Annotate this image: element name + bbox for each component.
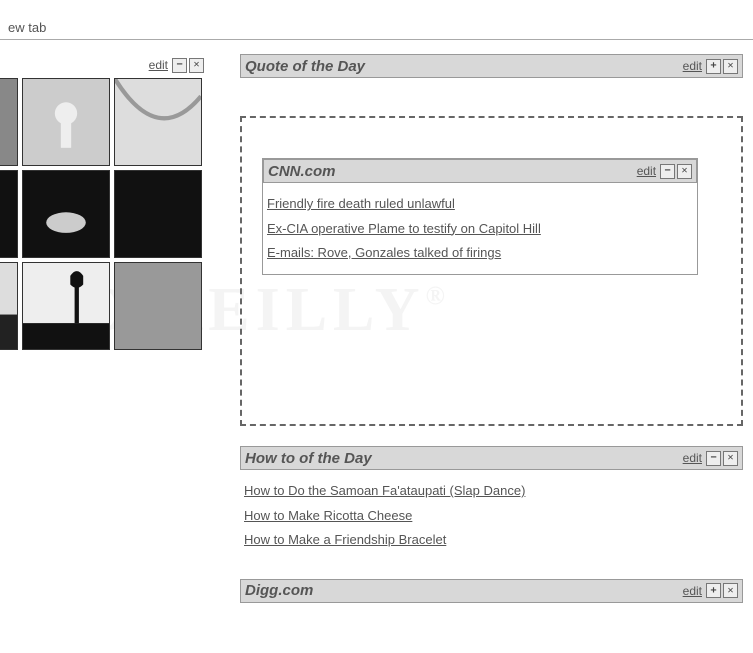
expand-icon[interactable]: + xyxy=(706,59,721,74)
close-icon[interactable]: ✕ xyxy=(189,58,204,73)
howto-link[interactable]: How to Make Ricotta Cheese xyxy=(244,506,739,526)
tab-label[interactable]: ew tab xyxy=(0,16,54,39)
quote-widget-header: Quote of the Day edit + ✕ xyxy=(240,54,743,78)
edit-link[interactable]: edit xyxy=(683,584,702,598)
close-icon[interactable]: ✕ xyxy=(723,583,738,598)
collapse-icon[interactable]: − xyxy=(660,164,675,179)
howto-link[interactable]: How to Do the Samoan Fa'ataupati (Slap D… xyxy=(244,481,739,501)
widget-title: How to of the Day xyxy=(245,450,683,467)
thumbnail[interactable] xyxy=(22,170,110,258)
howto-widget-header: How to of the Day edit − ✕ xyxy=(240,446,743,470)
right-column: Quote of the Day edit + ✕ CNN.com edit −… xyxy=(240,40,743,603)
widget-title: CNN.com xyxy=(268,163,637,180)
edit-link[interactable]: edit xyxy=(149,58,168,72)
collapse-icon[interactable]: − xyxy=(706,451,721,466)
thumbnail[interactable] xyxy=(0,170,18,258)
cnn-widget-body: Friendly fire death ruled unlawful Ex-CI… xyxy=(263,183,697,274)
collapse-icon[interactable]: − xyxy=(172,58,187,73)
edit-link[interactable]: edit xyxy=(683,59,702,73)
close-icon[interactable]: ✕ xyxy=(723,451,738,466)
howto-widget-body: How to Do the Samoan Fa'ataupati (Slap D… xyxy=(240,470,743,561)
thumbnail[interactable] xyxy=(114,170,202,258)
thumbnail[interactable] xyxy=(22,262,110,350)
widget-title: Digg.com xyxy=(245,582,683,599)
close-icon[interactable]: ✕ xyxy=(723,59,738,74)
thumbnail[interactable] xyxy=(0,262,18,350)
news-link[interactable]: Friendly fire death ruled unlawful xyxy=(267,194,693,214)
close-icon[interactable]: ✕ xyxy=(677,164,692,179)
thumbnail[interactable] xyxy=(114,262,202,350)
digg-widget-header: Digg.com edit + ✕ xyxy=(240,579,743,603)
news-link[interactable]: E-mails: Rove, Gonzales talked of firing… xyxy=(267,243,693,263)
widget-title: Quote of the Day xyxy=(245,58,683,75)
flickr-widget-header: edit − ✕ xyxy=(0,54,210,76)
cnn-widget[interactable]: CNN.com edit − ✕ Friendly fire death rul… xyxy=(262,158,698,275)
content-area: O'REILLY® edit − ✕ xt > Quote of the D xyxy=(0,40,753,653)
edit-link[interactable]: edit xyxy=(637,164,656,178)
cnn-widget-header[interactable]: CNN.com edit − ✕ xyxy=(263,159,697,183)
thumbnail[interactable] xyxy=(22,78,110,166)
thumbnail[interactable] xyxy=(114,78,202,166)
howto-link[interactable]: How to Make a Friendship Bracelet xyxy=(244,530,739,550)
howto-widget: How to of the Day edit − ✕ How to Do the… xyxy=(240,446,743,561)
drop-zone[interactable]: CNN.com edit − ✕ Friendly fire death rul… xyxy=(240,116,743,426)
left-column: edit − ✕ xt > xyxy=(0,40,210,369)
thumbnail-grid xyxy=(0,78,210,350)
expand-icon[interactable]: + xyxy=(706,583,721,598)
edit-link[interactable]: edit xyxy=(683,451,702,465)
news-link[interactable]: Ex-CIA operative Plame to testify on Cap… xyxy=(267,219,693,239)
tab-bar: ew tab xyxy=(0,0,753,40)
thumbnail[interactable] xyxy=(0,78,18,166)
